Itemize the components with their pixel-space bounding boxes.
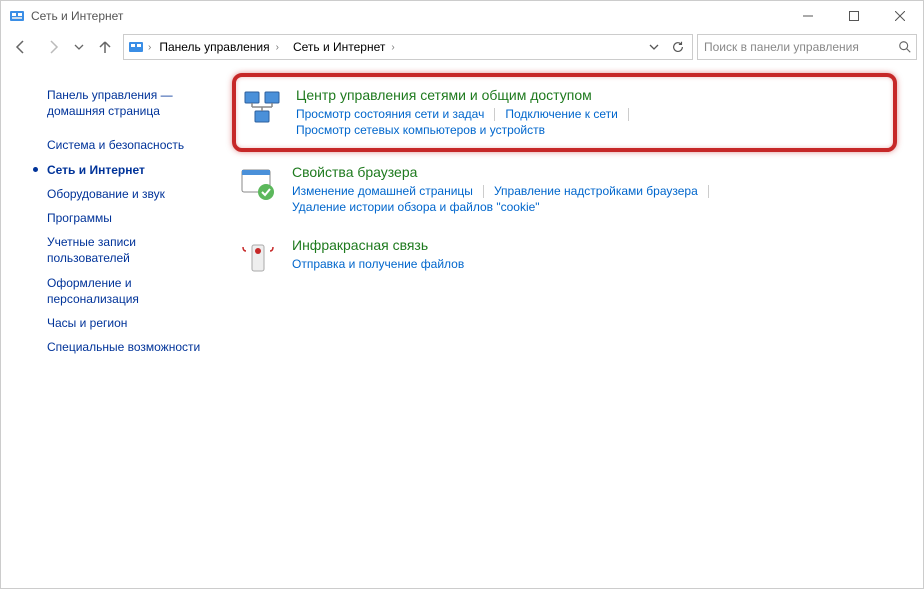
- sidebar-item[interactable]: Часы и регион: [47, 311, 202, 335]
- window-title: Сеть и Интернет: [31, 9, 123, 23]
- sidebar-item[interactable]: Система и безопасность: [47, 133, 202, 157]
- browser-icon[interactable]: [238, 164, 278, 204]
- category-link[interactable]: Удаление истории обзора и файлов "cookie…: [292, 199, 540, 215]
- category-link[interactable]: Изменение домашней страницы: [292, 183, 473, 199]
- sidebar-item[interactable]: Учетные записи пользователей: [47, 230, 202, 270]
- category-links: Просмотр состояния сети и задач Подключен…: [296, 106, 887, 138]
- category-links: Изменение домашней страницы Управление на…: [292, 183, 891, 215]
- control-panel-window: Сеть и Интернет ›: [0, 0, 924, 589]
- breadcrumb-current[interactable]: Сеть и Интернет ›: [287, 36, 401, 58]
- category-item: Центр управления сетями и общим доступом…: [232, 73, 897, 152]
- breadcrumb-root[interactable]: Панель управления ›: [153, 36, 285, 58]
- maximize-button[interactable]: [831, 1, 877, 31]
- link-separator: [494, 108, 495, 121]
- category-link[interactable]: Управление надстройками браузера: [494, 183, 698, 199]
- network-icon[interactable]: [242, 87, 282, 127]
- chevron-right-icon: ›: [276, 42, 279, 53]
- category-body: Центр управления сетями и общим доступом…: [296, 87, 887, 138]
- category-link[interactable]: Просмотр состояния сети и задач: [296, 106, 484, 122]
- category-body: Инфракрасная связь Отправка и получение ф…: [292, 237, 891, 277]
- forward-button[interactable]: [39, 33, 67, 61]
- infrared-icon[interactable]: [238, 237, 278, 277]
- recent-locations-button[interactable]: [71, 33, 87, 61]
- sidebar-item[interactable]: Специальные возможности: [47, 335, 202, 359]
- chevron-right-icon[interactable]: ›: [148, 42, 151, 53]
- close-button[interactable]: [877, 1, 923, 31]
- content-area: Панель управления — домашняя страница Си…: [1, 67, 923, 588]
- address-bar[interactable]: › Панель управления › Сеть и Интернет ›: [123, 34, 693, 60]
- category-item: Свойства браузера Изменение домашней стра…: [232, 154, 897, 225]
- category-link[interactable]: Подключение к сети: [505, 106, 617, 122]
- up-button[interactable]: [91, 33, 119, 61]
- breadcrumb-current-label: Сеть и Интернет: [293, 40, 385, 54]
- control-panel-icon: [9, 8, 25, 24]
- chevron-right-icon: ›: [391, 42, 394, 53]
- category-body: Свойства браузера Изменение домашней стра…: [292, 164, 891, 215]
- navigation-toolbar: › Панель управления › Сеть и Интернет ›: [1, 31, 923, 67]
- category-links: Отправка и получение файлов: [292, 256, 891, 272]
- category-item: Инфракрасная связь Отправка и получение ф…: [232, 227, 897, 287]
- address-dropdown-button[interactable]: [642, 35, 666, 59]
- link-separator: [708, 185, 709, 198]
- link-separator: [628, 108, 629, 121]
- category-link[interactable]: Просмотр сетевых компьютеров и устройств: [296, 122, 545, 138]
- breadcrumb-root-label: Панель управления: [159, 40, 269, 54]
- sidebar-item[interactable]: Оформление и персонализация: [47, 271, 202, 311]
- back-button[interactable]: [7, 33, 35, 61]
- sidebar-home-link[interactable]: Панель управления — домашняя страница: [47, 87, 202, 119]
- control-panel-small-icon: [128, 39, 144, 55]
- search-input[interactable]: [702, 39, 898, 55]
- sidebar: Панель управления — домашняя страница Си…: [17, 73, 212, 576]
- sidebar-item[interactable]: Оборудование и звук: [47, 182, 202, 206]
- titlebar: Сеть и Интернет: [1, 1, 923, 31]
- category-link[interactable]: Отправка и получение файлов: [292, 256, 464, 272]
- link-separator: [483, 185, 484, 198]
- category-title[interactable]: Инфракрасная связь: [292, 237, 891, 253]
- category-title[interactable]: Свойства браузера: [292, 164, 891, 180]
- search-icon[interactable]: [898, 40, 912, 54]
- sidebar-item[interactable]: Сеть и Интернет: [47, 158, 202, 182]
- minimize-button[interactable]: [785, 1, 831, 31]
- category-title[interactable]: Центр управления сетями и общим доступом: [296, 87, 887, 103]
- refresh-button[interactable]: [666, 35, 690, 59]
- main-panel: Центр управления сетями и общим доступом…: [212, 73, 907, 576]
- search-box[interactable]: [697, 34, 917, 60]
- sidebar-item[interactable]: Программы: [47, 206, 202, 230]
